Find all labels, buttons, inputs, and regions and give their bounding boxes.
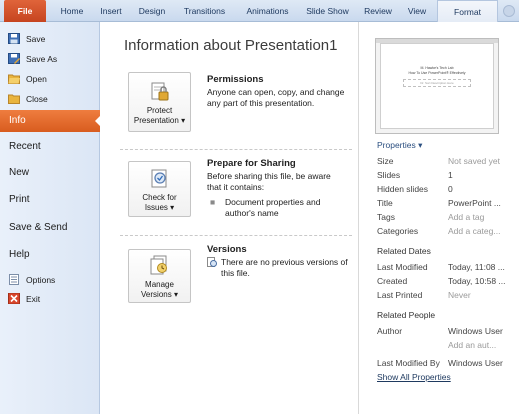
save-icon: [8, 33, 20, 44]
dropdown-arrow-icon: ▾: [181, 116, 186, 125]
nav-recent[interactable]: Recent: [0, 136, 100, 158]
versions-section: Manage Versions ▾ Versions There are no …: [120, 244, 352, 314]
versions-history-icon: [207, 257, 217, 267]
prop-value-slides: 1: [448, 170, 453, 180]
add-author-field[interactable]: Add an aut...: [448, 340, 518, 350]
permissions-text: Anyone can open, copy, and change any pa…: [207, 87, 345, 108]
save-as-icon: [8, 53, 20, 64]
show-all-properties-link[interactable]: Show All Properties: [377, 372, 451, 382]
sharing-title: Prepare for Sharing: [207, 158, 296, 169]
exit-icon: [8, 293, 20, 304]
manage-label-line1: Manage: [145, 280, 174, 289]
versions-icon: [150, 255, 167, 275]
tab-format[interactable]: Format: [437, 0, 498, 22]
prop-key-tags: Tags: [377, 212, 395, 222]
check-for-issues-button[interactable]: Check for Issues ▾: [128, 161, 191, 217]
prop-value-categories[interactable]: Add a categ...: [448, 226, 518, 236]
prop-key-categories: Categories: [377, 226, 419, 236]
dropdown-arrow-icon: ▾: [173, 290, 178, 299]
thumbnail-title: M. Hawke's Tech Lab: [420, 66, 454, 70]
tab-view[interactable]: View: [402, 0, 432, 22]
date-value-last-modified: Today, 11:08 ...: [448, 262, 505, 272]
lock-document-icon: [151, 82, 169, 101]
nav-save-and-send[interactable]: Save & Send: [0, 217, 100, 239]
versions-title: Versions: [207, 244, 247, 255]
date-value-created: Today, 10:58 ...: [448, 276, 506, 286]
open-folder-icon: [8, 74, 20, 84]
manage-versions-button[interactable]: Manage Versions ▾: [128, 249, 191, 303]
inspect-document-icon: [151, 169, 167, 188]
section-divider: [120, 149, 352, 150]
tab-animations[interactable]: Animations: [240, 0, 295, 22]
manage-label-line2: Versions: [141, 290, 172, 299]
related-people-heading: Related People: [377, 310, 436, 320]
sharing-text: Before sharing this file, be aware that …: [207, 171, 331, 192]
close-folder-icon: [8, 94, 20, 104]
sharing-section: Check for Issues ▾ Prepare for Sharing B…: [120, 158, 352, 232]
backstage-nav: Save Save As Open Close Info Recent New …: [0, 22, 101, 414]
sharing-bullet-text: Document properties and author's name: [225, 197, 321, 218]
properties-dropdown[interactable]: Properties ▾: [377, 140, 422, 151]
thumbnail-subtitle: How To Use PowerPoint® Effectively: [408, 71, 466, 75]
prop-key-slides: Slides: [377, 170, 401, 180]
protect-presentation-button[interactable]: Protect Presentation ▾: [128, 72, 191, 132]
tab-insert[interactable]: Insert: [94, 0, 128, 22]
related-dates-heading: Related Dates: [377, 246, 431, 256]
section-divider: [120, 235, 352, 236]
tab-review[interactable]: Review: [360, 0, 396, 22]
prop-value-hidden-slides: 0: [448, 184, 453, 194]
people-value-author[interactable]: Windows User: [448, 326, 518, 336]
tab-home[interactable]: Home: [54, 0, 90, 22]
nav-new[interactable]: New: [0, 162, 100, 184]
dropdown-arrow-icon: ▾: [170, 203, 175, 212]
date-value-last-printed: Never: [448, 290, 471, 300]
permissions-section: Protect Presentation ▾ Permissions Anyon…: [120, 72, 352, 146]
permissions-title: Permissions: [207, 74, 264, 85]
prop-value-size: Not saved yet: [448, 156, 500, 166]
versions-text: There are no previous versions of this f…: [221, 257, 348, 278]
tab-slide-show[interactable]: Slide Show: [300, 0, 355, 22]
date-key-created: Created: [377, 276, 408, 286]
people-key-last-modified-by: Last Modified By: [377, 358, 440, 368]
check-label-line1: Check for: [142, 193, 177, 202]
tab-file[interactable]: File: [4, 0, 46, 22]
chevron-down-icon: ▾: [418, 140, 423, 150]
options-icon: [9, 274, 19, 285]
protect-label-line2: Presentation: [133, 116, 179, 125]
page-title: Information about Presentation1: [124, 37, 338, 54]
people-value-last-modified-by: Windows User: [448, 358, 503, 368]
people-key-author: Author: [377, 326, 403, 336]
tab-design[interactable]: Design: [133, 0, 171, 22]
check-label-line2: Issues: [144, 203, 168, 212]
date-key-last-modified: Last Modified: [377, 262, 428, 272]
prop-value-tags[interactable]: Add a tag: [448, 212, 518, 222]
prop-key-size: Size: [377, 156, 394, 166]
thumbnail-subtitle-placeholder: Dr. Sort Description Here: [403, 79, 471, 87]
date-key-last-printed: Last Printed: [377, 290, 423, 300]
properties-panel: M. Hawke's Tech Lab How To Use PowerPoin…: [358, 22, 519, 414]
prop-value-title[interactable]: PowerPoint ...: [448, 198, 518, 208]
bullet-icon: ■: [210, 197, 216, 207]
ribbon-tab-bar: File Home Insert Design Transitions Anim…: [0, 0, 519, 22]
ribbon-minimize-icon[interactable]: [503, 5, 515, 17]
tab-transitions[interactable]: Transitions: [177, 0, 232, 22]
nav-help[interactable]: Help: [0, 244, 100, 266]
prop-key-title: Title: [377, 198, 393, 208]
slide-thumbnail[interactable]: M. Hawke's Tech Lab How To Use PowerPoin…: [375, 38, 499, 134]
nav-info[interactable]: Info: [0, 110, 101, 132]
nav-print[interactable]: Print: [0, 189, 100, 211]
prop-key-hidden-slides: Hidden slides: [377, 184, 429, 194]
protect-label-line1: Protect: [146, 106, 173, 115]
